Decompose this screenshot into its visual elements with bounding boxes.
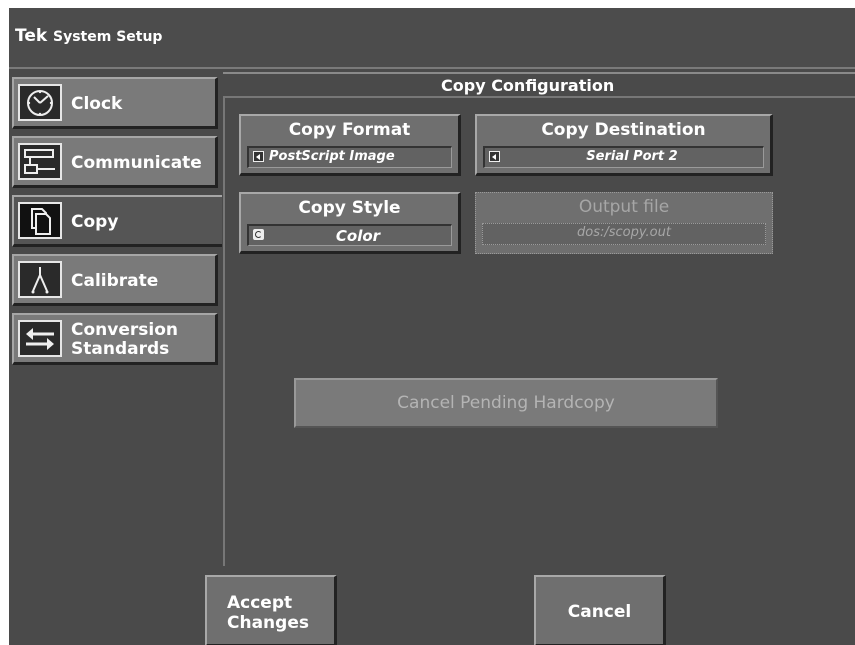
- copy-style-control[interactable]: Copy Style Color: [239, 192, 461, 254]
- network-icon: [18, 143, 62, 180]
- cycle-icon[interactable]: [253, 229, 264, 240]
- output-file-value: dos:/scopy.out: [577, 225, 671, 240]
- sidebar-item-label: Calibrate: [71, 271, 159, 291]
- section-divider: [223, 72, 855, 74]
- cancel-pending-hardcopy-button: Cancel Pending Hardcopy: [294, 378, 718, 428]
- sidebar-item-copy[interactable]: Copy: [12, 195, 222, 247]
- copy-destination-control[interactable]: Copy Destination Serial Port 2: [475, 114, 773, 176]
- cancel-button[interactable]: Cancel: [534, 575, 666, 645]
- copy-format-field[interactable]: PostScript Image: [247, 146, 452, 168]
- copy-format-control[interactable]: Copy Format PostScript Image: [239, 114, 461, 176]
- accept-changes-label: Accept Changes: [227, 593, 309, 633]
- sidebar-item-communicate[interactable]: Communicate: [12, 136, 218, 188]
- copy-style-value: Color: [335, 227, 381, 245]
- output-file-control: Output file dos:/scopy.out: [475, 192, 773, 254]
- arrows-icon: [18, 320, 62, 357]
- sidebar-item-clock[interactable]: Clock: [12, 77, 218, 129]
- section-title: Copy Configuration: [441, 76, 615, 95]
- system-setup-window: Tek System Setup Copy Configuration Cloc…: [9, 8, 855, 645]
- copy-style-field[interactable]: Color: [247, 224, 452, 246]
- copy-format-label: Copy Format: [288, 120, 411, 140]
- title-bar: Tek System Setup: [9, 8, 855, 69]
- output-file-field: dos:/scopy.out: [482, 223, 766, 245]
- copy-destination-value: Serial Port 2: [586, 149, 678, 164]
- sidebar-item-conversion-standards[interactable]: Conversion Standards: [12, 313, 218, 365]
- cancel-label: Cancel: [567, 602, 632, 622]
- output-file-label: Output file: [578, 197, 670, 217]
- sidebar-item-label: Clock: [71, 94, 123, 114]
- sidebar-item-calibrate[interactable]: Calibrate: [12, 254, 218, 306]
- copy-format-value: PostScript Image: [269, 149, 395, 164]
- copy-destination-field[interactable]: Serial Port 2: [483, 146, 764, 168]
- brand-label: Tek: [15, 26, 48, 46]
- left-arrow-icon[interactable]: [253, 151, 264, 162]
- sidebar-item-label: Copy: [71, 212, 119, 232]
- sidebar-item-label: Conversion Standards: [71, 320, 178, 359]
- copy-destination-label: Copy Destination: [541, 120, 706, 140]
- probe-icon: [18, 261, 62, 298]
- window-title: System Setup: [53, 29, 163, 45]
- copy-style-label: Copy Style: [298, 198, 401, 218]
- copy-icon: [18, 202, 62, 239]
- clock-icon: [18, 84, 62, 121]
- accept-changes-button[interactable]: Accept Changes: [205, 575, 337, 645]
- sidebar-item-label: Communicate: [71, 153, 202, 173]
- left-arrow-icon[interactable]: [489, 151, 500, 162]
